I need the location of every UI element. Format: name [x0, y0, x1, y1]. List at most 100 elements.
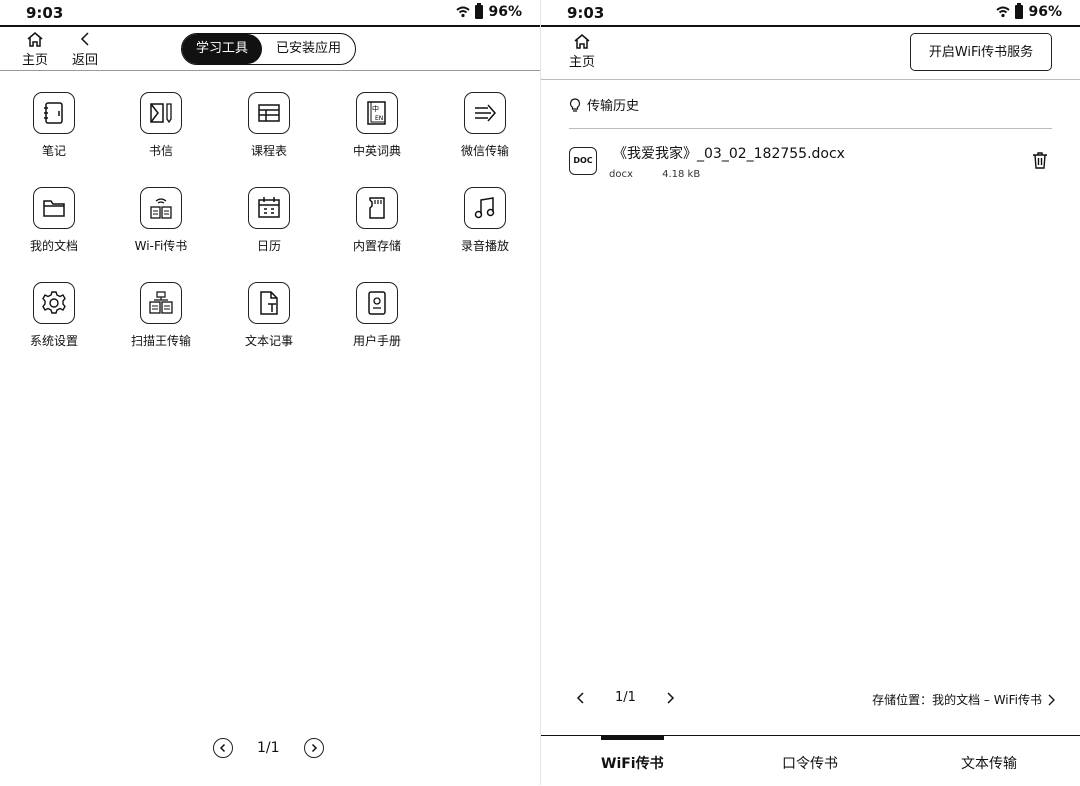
app-dictionary[interactable]: 中 EN 中英词典 [327, 92, 427, 159]
app-system-settings[interactable]: 系统设置 [4, 282, 104, 349]
pager: 1/1 [575, 690, 676, 705]
status-time: 9:03 [567, 4, 605, 22]
tab-text-transfer[interactable]: 文本传输 [961, 753, 1017, 773]
left-panel: 9:03 96% 主页 返回 学习工具 已安装应用 笔记 书信 课程表 中 EN… [0, 0, 540, 785]
app-internal-storage[interactable]: 内置存储 [327, 187, 427, 254]
app-label: 微信传输 [460, 144, 509, 158]
transfer-arrow-icon [464, 92, 506, 134]
app-label: 我的文档 [29, 239, 78, 253]
chevron-left-icon[interactable] [575, 691, 587, 705]
svg-text:EN: EN [375, 115, 383, 122]
home-label: 主页 [569, 55, 596, 70]
tab-study-tools[interactable]: 学习工具 [182, 34, 263, 64]
trash-icon [1033, 152, 1047, 169]
app-label: 中英词典 [352, 144, 401, 158]
app-label: 内置存储 [352, 239, 401, 253]
app-wifi-books[interactable]: Wi-Fi传书 [111, 187, 211, 254]
file-type: docx [609, 169, 633, 180]
dictionary-icon: 中 EN [356, 92, 398, 134]
app-recording-player[interactable]: 录音播放 [435, 187, 535, 254]
app-label: 课程表 [250, 144, 287, 158]
prev-page-button[interactable] [213, 738, 233, 758]
app-scan-transfer[interactable]: 扫描王传输 [111, 282, 211, 349]
battery-icon [475, 3, 484, 19]
app-wechat-transfer[interactable]: 微信传输 [435, 92, 535, 159]
tab-wifi-books[interactable]: WiFi传书 [601, 736, 664, 773]
file-name: 《我爱我家》_03_02_182755.docx [613, 146, 845, 162]
status-right: 96% [456, 3, 522, 20]
next-page-button[interactable] [303, 738, 324, 758]
history-heading: 传输历史 [569, 95, 639, 114]
storage-location-link[interactable]: 存储位置：我的文档 – WiFi传书 [872, 691, 1056, 708]
home-icon [27, 32, 43, 47]
status-right: 96% [996, 3, 1062, 20]
start-wifi-service-button[interactable]: 开启WiFi传书服务 [910, 33, 1052, 71]
home-button[interactable]: 主页 [569, 33, 595, 70]
home-button[interactable]: 主页 [22, 31, 48, 68]
app-label: 笔记 [41, 144, 66, 158]
calendar-icon [248, 187, 290, 229]
chevron-right-icon [311, 743, 317, 753]
right-panel: 9:03 96% 主页 开启WiFi传书服务 传输历史 DOC 《我爱我家》_0… [540, 0, 1080, 785]
app-label: 扫描王传输 [130, 334, 191, 348]
sd-card-icon [356, 187, 398, 229]
folder-icon [33, 187, 75, 229]
app-my-documents[interactable]: 我的文档 [4, 187, 104, 254]
timetable-icon [248, 92, 290, 134]
gear-icon [33, 282, 75, 324]
app-calendar[interactable]: 日历 [219, 187, 319, 254]
app-label: 日历 [256, 239, 281, 253]
tab-code-transfer[interactable]: 口令传书 [782, 753, 838, 773]
scan-transfer-icon [140, 282, 182, 324]
app-user-manual[interactable]: 用户手册 [327, 282, 427, 349]
app-label: 文本记事 [244, 334, 293, 348]
category-switch: 学习工具 已安装应用 [181, 33, 357, 65]
chevron-right-icon [1048, 694, 1055, 705]
page-indicator: 1/1 [615, 690, 636, 705]
app-text-notes[interactable]: 文本记事 [219, 282, 319, 349]
pager: 1/1 [213, 738, 324, 758]
history-title: 传输历史 [587, 99, 640, 114]
home-icon [574, 34, 590, 49]
battery-level: 96% [1028, 4, 1062, 20]
app-notes[interactable]: 笔记 [4, 92, 104, 159]
manual-icon [356, 282, 398, 324]
wifi-icon [456, 6, 471, 18]
page-indicator: 1/1 [257, 740, 280, 756]
history-divider [569, 128, 1052, 129]
home-label: 主页 [22, 53, 49, 68]
history-file-item[interactable]: DOC 《我爱我家》_03_02_182755.docx docx 4.18 k… [569, 143, 1052, 193]
battery-icon [1015, 3, 1024, 19]
file-size: 4.18 kB [662, 169, 701, 180]
text-file-icon [248, 282, 290, 324]
file-meta: docx 4.18 kB [609, 169, 726, 180]
back-label: 返回 [72, 53, 99, 68]
header-divider [0, 70, 540, 71]
storage-location: 存储位置：我的文档 – WiFi传书 [872, 693, 1042, 707]
tab-installed-apps[interactable]: 已安装应用 [262, 34, 355, 64]
chevron-left-icon [80, 32, 89, 46]
app-label: Wi-Fi传书 [134, 239, 188, 253]
lightbulb-icon [569, 97, 581, 112]
doc-file-icon: DOC [569, 147, 597, 175]
chevron-right-icon[interactable] [664, 691, 676, 705]
back-button[interactable]: 返回 [72, 31, 98, 68]
app-label: 录音播放 [460, 239, 509, 253]
app-timetable[interactable]: 课程表 [219, 92, 319, 159]
app-letters[interactable]: 书信 [111, 92, 211, 159]
wifi-book-icon [140, 187, 182, 229]
header-divider [541, 79, 1080, 80]
app-label: 书信 [148, 144, 173, 158]
music-note-icon [464, 187, 506, 229]
status-time: 9:03 [26, 4, 64, 22]
chevron-left-icon [219, 743, 226, 753]
svg-text:中: 中 [372, 104, 379, 113]
status-bar: 9:03 96% [541, 0, 1080, 27]
notebook-icon [33, 92, 75, 134]
delete-button[interactable] [1032, 151, 1048, 173]
app-label: 用户手册 [352, 334, 401, 348]
wifi-icon [996, 6, 1011, 18]
status-bar: 9:03 96% [0, 0, 540, 27]
app-label: 系统设置 [29, 334, 78, 348]
battery-level: 96% [488, 4, 522, 20]
